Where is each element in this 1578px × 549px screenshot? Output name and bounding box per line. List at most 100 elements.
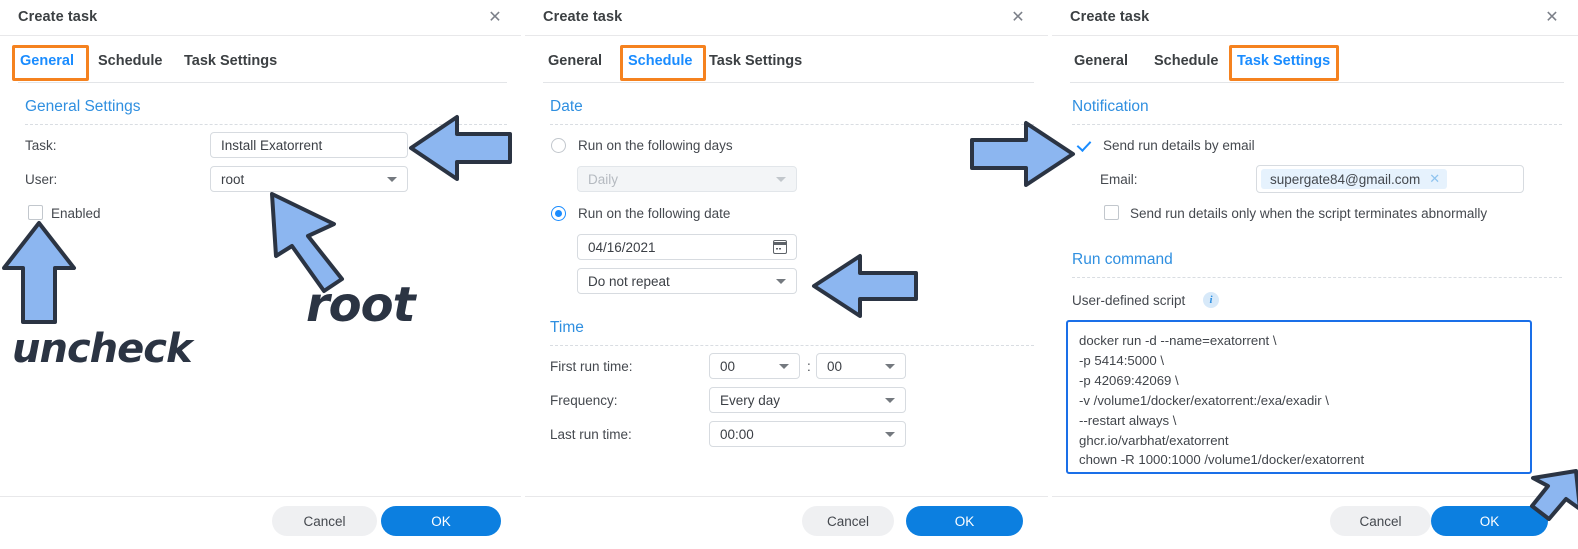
section-general-settings: General Settings [25, 98, 141, 115]
close-icon[interactable]: ✕ [1008, 8, 1028, 28]
chevron-down-icon [776, 279, 786, 284]
abnormal-only-checkbox[interactable] [1104, 205, 1119, 220]
daily-dropdown-value: Daily [588, 171, 619, 187]
ok-button[interactable]: OK [381, 506, 501, 536]
user-dropdown-value: root [221, 171, 245, 187]
section-notification: Notification [1072, 98, 1149, 115]
run-following-days-label: Run on the following days [578, 138, 733, 153]
email-chip: supergate84@gmail.com ✕ [1261, 169, 1448, 189]
footer-divider [1052, 496, 1578, 497]
script-line: --restart always \ [1079, 412, 1177, 428]
annotation-uncheck: uncheck [12, 326, 193, 372]
cancel-button[interactable]: Cancel [272, 506, 377, 536]
first-run-time-label: First run time: [550, 359, 633, 374]
chevron-down-icon [776, 177, 786, 182]
chevron-down-icon [387, 177, 397, 182]
section-divider [1072, 124, 1562, 125]
first-run-hour-dropdown[interactable]: 00 [709, 353, 800, 379]
close-icon[interactable]: ✕ [1542, 8, 1562, 28]
chevron-down-icon [779, 364, 789, 369]
cancel-button[interactable]: Cancel [1330, 506, 1431, 536]
tab-task-settings[interactable]: Task Settings [1235, 49, 1332, 73]
task-input-value: Install Exatorrent [221, 137, 323, 153]
dialog-titlebar: Create task ✕ [0, 0, 521, 36]
script-line: docker run -d --name=exatorrent \ [1079, 333, 1277, 348]
time-separator: : [807, 359, 811, 374]
daily-dropdown[interactable]: Daily [577, 166, 797, 192]
calendar-icon[interactable] [773, 240, 787, 254]
section-divider [1072, 277, 1562, 278]
date-input[interactable]: 04/16/2021 [577, 234, 797, 260]
last-run-time-label: Last run time: [550, 427, 632, 442]
repeat-dropdown[interactable]: Do not repeat [577, 268, 797, 294]
cancel-button[interactable]: Cancel [802, 506, 894, 536]
frequency-dropdown[interactable]: Every day [709, 387, 906, 413]
send-email-checkbox[interactable] [1076, 138, 1091, 153]
script-textarea[interactable]: docker run -d --name=exatorrent \ -p 541… [1066, 320, 1532, 474]
script-line: chown -R 1000:1000 /volume1/docker/exato… [1079, 452, 1365, 468]
dialog-titlebar: Create task ✕ [1052, 0, 1578, 36]
tab-underline [543, 82, 1034, 83]
tab-underline [1070, 82, 1564, 83]
section-time: Time [550, 319, 584, 336]
tab-schedule[interactable]: Schedule [1152, 49, 1220, 73]
info-icon[interactable]: i [1203, 292, 1219, 308]
chevron-down-icon [885, 398, 895, 403]
section-date: Date [550, 98, 583, 115]
close-icon[interactable]: ✕ [1429, 171, 1440, 187]
ok-button[interactable]: OK [1431, 506, 1548, 536]
send-email-label: Send run details by email [1103, 138, 1255, 153]
close-icon[interactable]: ✕ [485, 8, 505, 28]
first-run-minute-dropdown[interactable]: 00 [816, 353, 906, 379]
tab-task-settings[interactable]: Task Settings [707, 49, 804, 73]
date-input-value: 04/16/2021 [588, 239, 656, 255]
user-defined-script-label: User-defined script [1072, 293, 1186, 308]
first-run-hour-value: 00 [720, 358, 736, 374]
tab-task-settings[interactable]: Task Settings [182, 49, 279, 73]
radio-run-following-days[interactable] [551, 138, 566, 153]
ok-button[interactable]: OK [906, 506, 1023, 536]
script-line: -p 42069:42069 \ [1079, 372, 1179, 388]
footer-divider [525, 496, 1048, 497]
tab-schedule[interactable]: Schedule [626, 49, 694, 73]
abnormal-only-label: Send run details only when the script te… [1130, 206, 1488, 221]
email-input[interactable]: supergate84@gmail.com ✕ [1256, 165, 1524, 193]
section-divider [25, 124, 507, 125]
annotation-root: root [306, 277, 416, 333]
last-run-time-value: 00:00 [720, 426, 754, 442]
script-line: -v /volume1/docker/exatorrent:/exa/exadi… [1079, 392, 1329, 408]
dialog-title: Create task [18, 9, 98, 25]
tab-bar: General Schedule Task Settings [0, 45, 521, 83]
frequency-value: Every day [720, 392, 781, 408]
screenshot-stage: Create task ✕ General Schedule Task Sett… [0, 0, 1578, 549]
tab-general[interactable]: General [546, 49, 604, 73]
tab-schedule[interactable]: Schedule [96, 49, 164, 73]
last-run-time-dropdown[interactable]: 00:00 [709, 421, 906, 447]
section-divider [550, 124, 1034, 125]
dialog-title: Create task [1070, 9, 1150, 25]
email-chip-label: supergate84@gmail.com [1270, 171, 1421, 187]
email-label: Email: [1100, 172, 1138, 187]
tab-underline [18, 82, 507, 83]
repeat-dropdown-value: Do not repeat [588, 273, 670, 289]
user-label: User: [25, 172, 58, 187]
tab-bar: General Schedule Task Settings [525, 45, 1048, 83]
tab-general[interactable]: General [1072, 49, 1130, 73]
dialog-titlebar: Create task ✕ [525, 0, 1048, 36]
chevron-down-icon [885, 432, 895, 437]
panel-separator [521, 0, 522, 549]
dialog-title: Create task [543, 9, 623, 25]
enabled-checkbox[interactable] [28, 205, 43, 220]
script-line: -p 5414:5000 \ [1079, 352, 1165, 368]
user-dropdown[interactable]: root [210, 166, 408, 192]
tab-general[interactable]: General [18, 49, 76, 73]
script-line: ghcr.io/varbhat/exatorrent [1079, 432, 1229, 448]
radio-run-following-date[interactable] [551, 206, 566, 221]
frequency-label: Frequency: [550, 393, 618, 408]
task-input[interactable]: Install Exatorrent [210, 132, 408, 158]
create-task-dialog-task-settings: Create task ✕ General Schedule Task Sett… [1052, 0, 1578, 549]
first-run-minute-value: 00 [827, 358, 843, 374]
create-task-dialog-general: Create task ✕ General Schedule Task Sett… [0, 0, 521, 549]
panel-separator [1048, 0, 1049, 549]
create-task-dialog-schedule: Create task ✕ General Schedule Task Sett… [525, 0, 1048, 549]
